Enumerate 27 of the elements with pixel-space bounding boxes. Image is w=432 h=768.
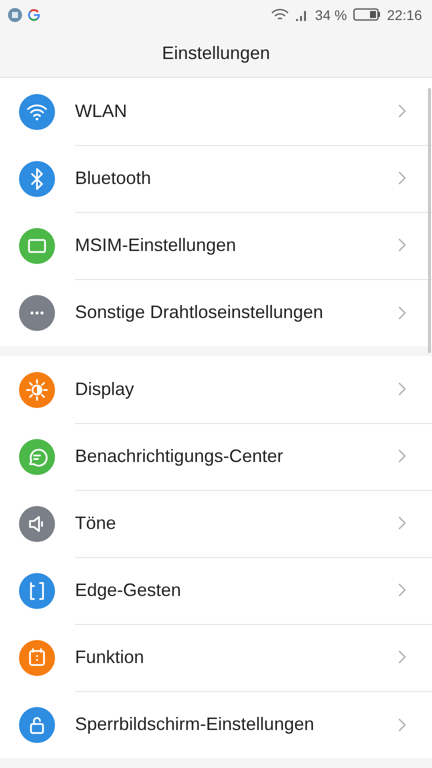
chevron-right-icon xyxy=(398,449,406,463)
chevron-right-icon xyxy=(398,718,406,732)
notification-icon xyxy=(8,8,22,22)
google-icon xyxy=(28,8,40,21)
clock-time: 22:16 xyxy=(386,6,422,23)
settings-item[interactable]: Display xyxy=(75,378,398,400)
chevron-right-icon xyxy=(398,104,406,118)
settings-item[interactable]: Benachrichtigungs-Center xyxy=(75,446,398,466)
battery-icon xyxy=(352,8,381,22)
battery-percentage: 34 % xyxy=(315,6,347,23)
settings-item[interactable]: Sperrbildschirm-Einstellungen xyxy=(75,714,398,735)
settings-item[interactable]: Funktion xyxy=(75,646,398,668)
chevron-right-icon xyxy=(398,583,406,597)
chevron-right-icon xyxy=(398,650,406,664)
chevron-right-icon xyxy=(398,171,406,185)
settings-item[interactable]: Bluetooth xyxy=(75,168,398,188)
chevron-right-icon xyxy=(398,306,406,320)
settings-item[interactable]: WLAN xyxy=(75,100,398,122)
chevron-right-icon xyxy=(398,382,406,396)
settings-item[interactable]: Töne xyxy=(75,512,398,534)
page-title: Einstellungen xyxy=(162,42,270,64)
settings-item[interactable]: Sonstige Drahtloseinstellungen xyxy=(75,302,398,323)
wifi-icon xyxy=(271,8,290,22)
settings-item[interactable]: Edge-Gesten xyxy=(75,580,398,600)
chevron-right-icon xyxy=(398,516,406,530)
chevron-right-icon xyxy=(398,238,406,252)
settings-item[interactable]: MSIM-Einstellungen xyxy=(75,234,398,256)
